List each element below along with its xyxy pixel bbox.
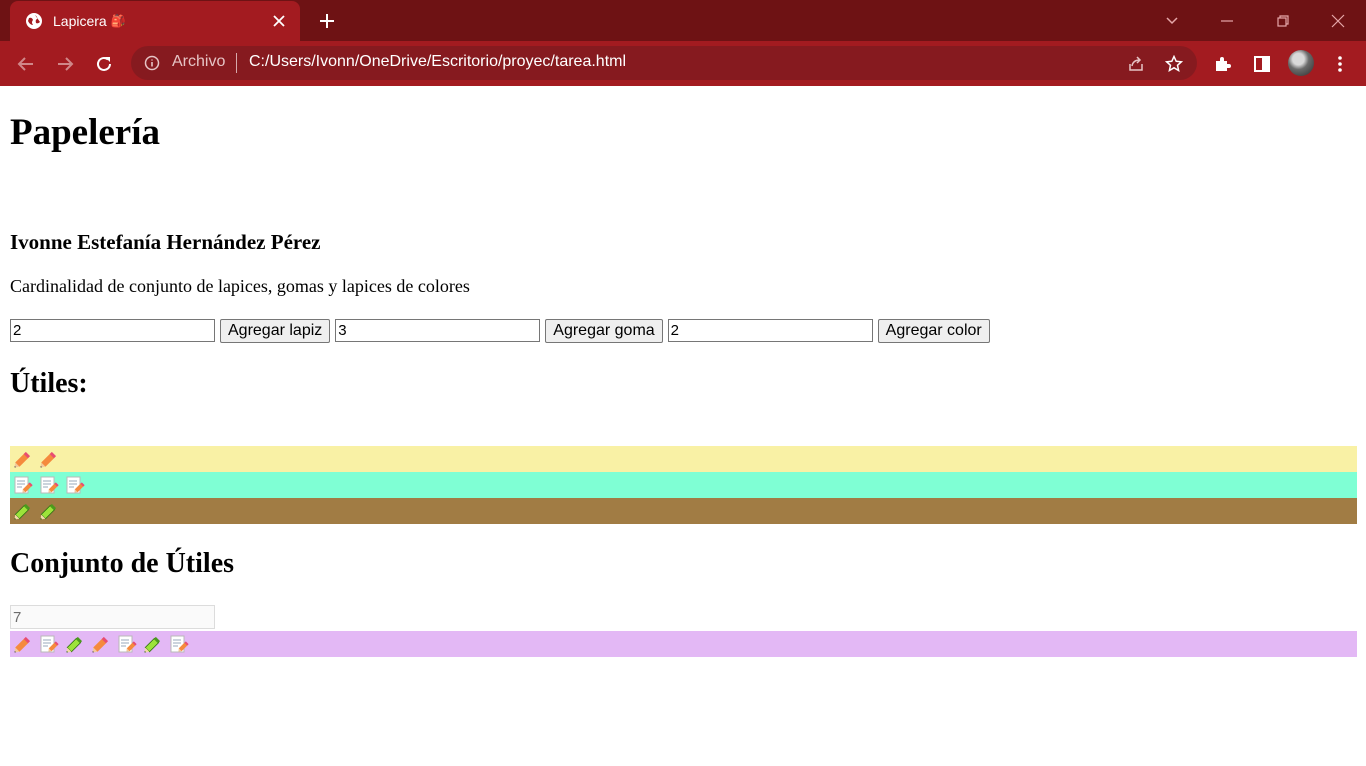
page-title: Papelería — [10, 112, 161, 153]
color-pencil-icon — [10, 500, 36, 522]
color-pencil-icon — [36, 500, 62, 522]
pencil-icon — [88, 633, 114, 655]
back-arrow-icon[interactable] — [14, 52, 38, 76]
agregar-lapiz-button[interactable]: Agregar lapiz — [220, 318, 331, 343]
active-tab[interactable]: Lapicera 🎒 — [10, 1, 300, 41]
extensions-puzzle-icon[interactable] — [1211, 52, 1235, 76]
tab-title: Lapicera — [53, 13, 107, 29]
tab-search-icon[interactable] — [1160, 9, 1184, 33]
eraser-memo-icon — [166, 633, 192, 655]
description-text: Cardinalidad de conjunto de lapices, gom… — [10, 276, 470, 296]
restore-icon[interactable] — [1271, 9, 1295, 33]
globe-icon — [25, 12, 43, 30]
tab-strip: Lapicera 🎒 — [0, 0, 1366, 41]
pencil-icon — [10, 448, 36, 470]
share-icon[interactable] — [1125, 53, 1147, 75]
pencil-icon — [10, 633, 36, 655]
goma-row — [10, 472, 1357, 498]
pencil-icon — [36, 448, 62, 470]
close-window-icon[interactable] — [1326, 9, 1350, 33]
utiles-heading: Útiles: — [10, 368, 88, 399]
minimize-icon[interactable] — [1215, 9, 1239, 33]
agregar-goma-button[interactable]: Agregar goma — [545, 318, 663, 343]
lapiz-input[interactable] — [10, 319, 215, 342]
side-panel-icon[interactable] — [1250, 52, 1274, 76]
author-name: Ivonne Estefanía Hernández Pérez — [10, 230, 321, 254]
eraser-memo-icon — [62, 474, 88, 496]
eraser-memo-icon — [114, 633, 140, 655]
page-content: Papelería Ivonne Estefanía Hernández Pér… — [0, 86, 1366, 766]
bookmark-star-icon[interactable] — [1163, 53, 1185, 75]
color-pencil-icon — [62, 633, 88, 655]
info-icon[interactable] — [143, 54, 161, 72]
address-bar[interactable]: Archivo C:/Users/Ivonn/OneDrive/Escritor… — [131, 46, 1197, 80]
goma-input[interactable] — [335, 319, 541, 342]
close-tab-icon[interactable] — [270, 12, 288, 30]
eraser-memo-icon — [36, 474, 62, 496]
eraser-memo-icon — [10, 474, 36, 496]
backpack-icon: 🎒 — [110, 14, 126, 28]
profile-avatar[interactable] — [1288, 50, 1314, 76]
color-pencil-icon — [140, 633, 166, 655]
address-separator — [236, 53, 237, 73]
menu-kebab-icon[interactable] — [1328, 52, 1352, 76]
browser-toolbar: Archivo C:/Users/Ivonn/OneDrive/Escritor… — [0, 41, 1366, 86]
new-tab-button[interactable] — [316, 10, 338, 32]
color-row — [10, 498, 1357, 524]
reload-icon[interactable] — [92, 52, 116, 76]
agregar-color-button[interactable]: Agregar color — [877, 318, 990, 343]
address-scheme: Archivo — [172, 53, 226, 70]
controls-row: Agregar lapiz Agregar goma Agregar color — [10, 318, 995, 343]
forward-arrow-icon[interactable] — [53, 52, 77, 76]
total-count-input[interactable] — [10, 605, 215, 629]
conjunto-row — [10, 631, 1357, 657]
address-url[interactable]: C:/Users/Ivonn/OneDrive/Escritorio/proye… — [249, 53, 626, 71]
color-input[interactable] — [667, 319, 873, 342]
lapiz-row — [10, 446, 1357, 472]
conjunto-heading: Conjunto de Útiles — [10, 548, 235, 579]
eraser-memo-icon — [36, 633, 62, 655]
